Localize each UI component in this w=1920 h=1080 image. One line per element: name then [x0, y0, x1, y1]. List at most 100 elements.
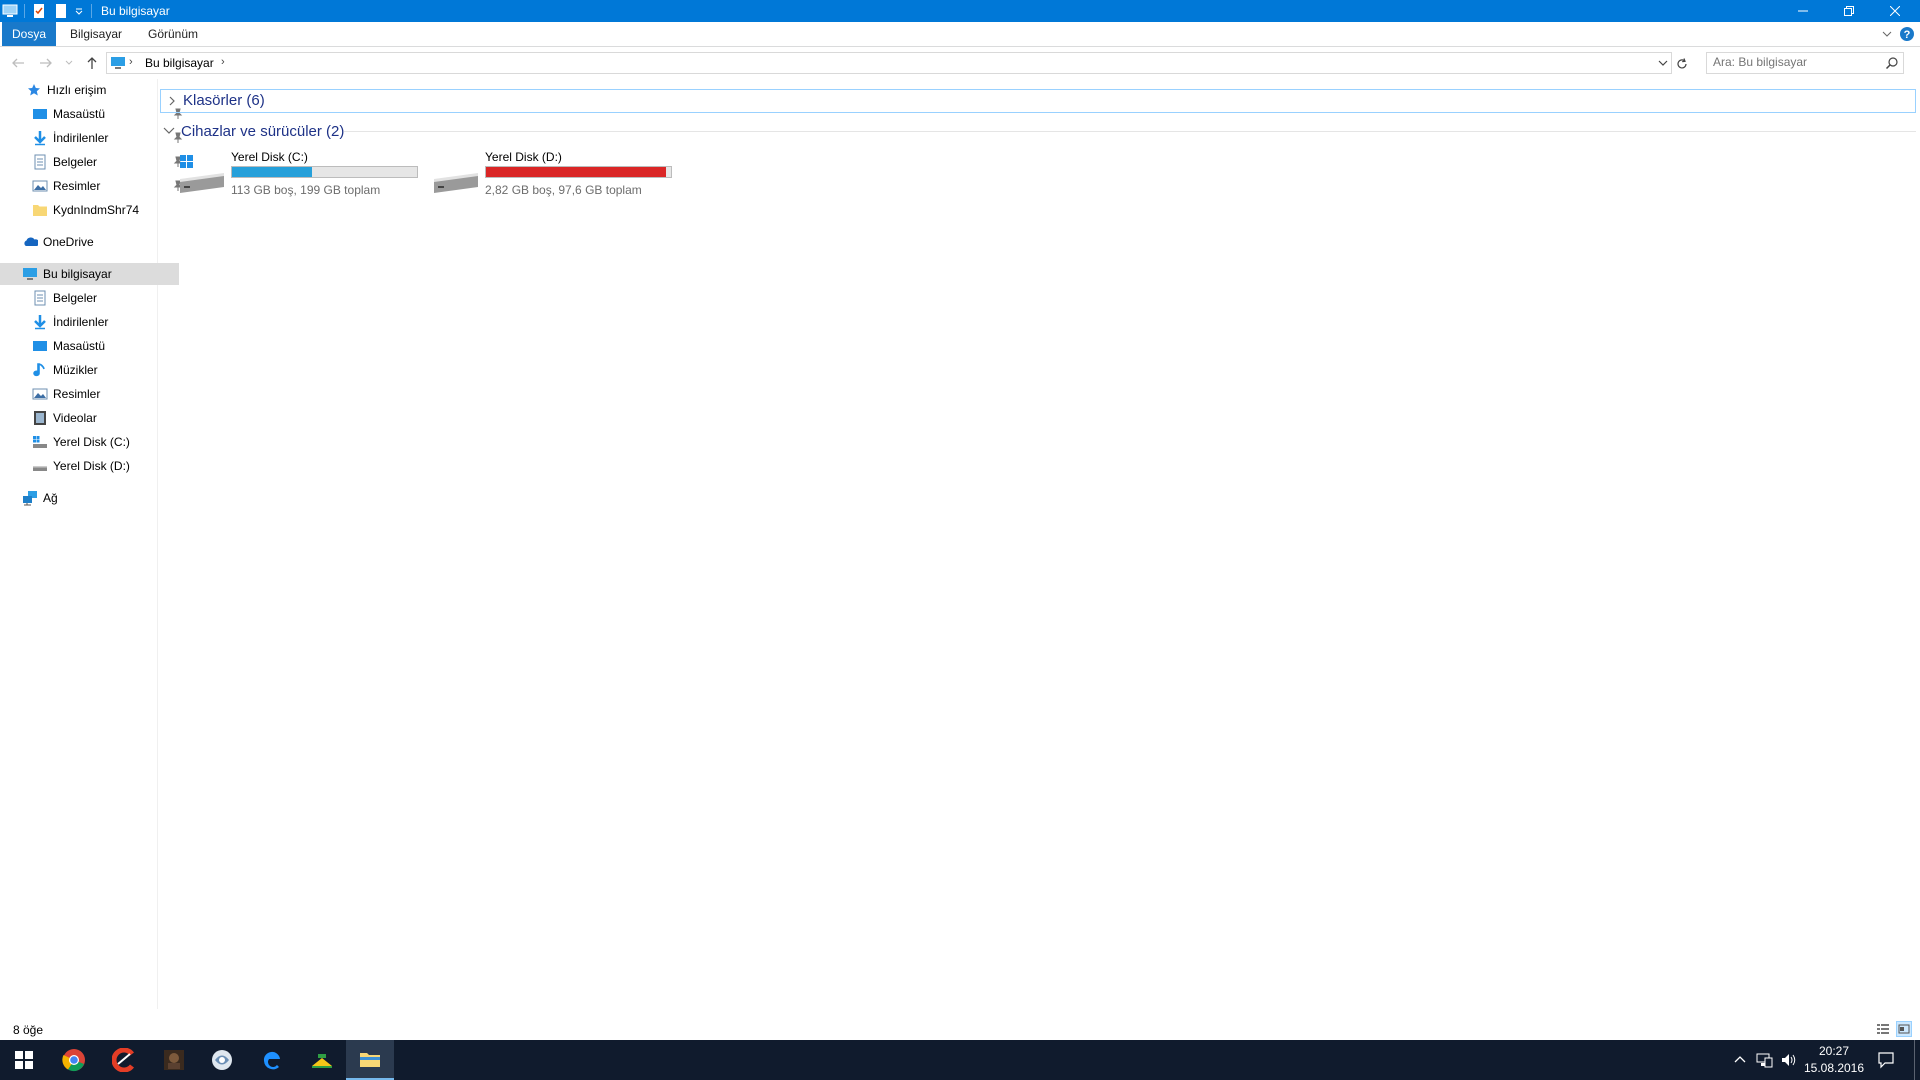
drive-usage-bar: [231, 166, 418, 178]
computer-icon[interactable]: [2, 3, 18, 19]
computer-icon: [110, 55, 126, 71]
app-icon[interactable]: [198, 1040, 246, 1080]
tab-dosya[interactable]: Dosya: [2, 22, 57, 46]
nav-label: Bu bilgisayar: [43, 267, 112, 281]
group-folders[interactable]: Klasörler (6): [160, 89, 1916, 113]
breadcrumb-chevron-icon[interactable]: ›: [221, 56, 225, 68]
address-dropdown-icon[interactable]: [1657, 57, 1669, 69]
new-folder-icon[interactable]: [53, 3, 69, 19]
address-bar[interactable]: › Bu bilgisayar ›: [106, 52, 1672, 74]
chrome-icon[interactable]: [50, 1040, 98, 1080]
tab-gorunum[interactable]: Görünüm: [138, 22, 208, 46]
nav-label: Belgeler: [53, 155, 98, 169]
group-divider: [344, 131, 1916, 132]
minimize-button[interactable]: [1780, 0, 1826, 22]
file-explorer-icon[interactable]: [346, 1040, 394, 1080]
nav-this-pc[interactable]: Bu bilgisayar: [0, 263, 179, 285]
svg-text:?: ?: [1904, 29, 1911, 41]
navigation-pane: Hızlı erişim Masaüstü İndirilenler Belge…: [0, 79, 183, 1009]
title-bar: Bu bilgisayar: [0, 0, 1920, 22]
sheet-app-icon[interactable]: [298, 1040, 346, 1080]
show-hidden-icons-icon[interactable]: [1732, 1052, 1748, 1068]
chevron-down-icon[interactable]: [162, 124, 176, 138]
edge-icon[interactable]: [248, 1040, 296, 1080]
drive-d-icon: [32, 458, 48, 474]
details-view-icon[interactable]: [1876, 1022, 1890, 1036]
ccleaner-icon[interactable]: [100, 1040, 148, 1080]
close-button[interactable]: [1872, 0, 1918, 22]
nav-label: Masaüstü: [53, 107, 106, 121]
expand-ribbon-icon[interactable]: [1880, 27, 1894, 41]
drive-d-icon: [432, 153, 480, 197]
network-status-icon[interactable]: [1755, 1052, 1773, 1068]
search-icon[interactable]: [1885, 56, 1899, 70]
customize-qat-icon[interactable]: [73, 3, 85, 19]
nav-label: KydnIndmShr74: [53, 203, 140, 217]
chevron-right-icon[interactable]: [166, 94, 178, 108]
show-desktop-button[interactable]: [1914, 1040, 1915, 1080]
nav-label: Belgeler: [53, 291, 98, 305]
pictures-icon: [32, 178, 48, 194]
restore-button[interactable]: [1826, 0, 1872, 22]
drive-tile-d[interactable]: Yerel Disk (D:) 2,82 GB boş, 97,6 GB top…: [432, 145, 682, 201]
nav-label: İndirilenler: [53, 315, 109, 329]
nav-onedrive[interactable]: OneDrive: [0, 231, 179, 253]
item-count: 8 öğe: [13, 1023, 44, 1037]
status-bar: 8 öğe: [0, 1019, 1920, 1039]
drive-space-info: 2,82 GB boş, 97,6 GB toplam: [485, 183, 642, 197]
breadcrumb-item[interactable]: Bu bilgisayar: [145, 56, 214, 70]
quick-access-toolbar: [2, 3, 98, 19]
drive-name: Yerel Disk (D:): [485, 150, 562, 164]
drive-c-icon: [32, 434, 48, 450]
properties-icon[interactable]: [31, 3, 47, 19]
pictures-icon: [32, 386, 48, 402]
nav-quick-access[interactable]: Hızlı erişim: [0, 79, 183, 101]
desktop-icon: [32, 106, 48, 122]
group-devices-header[interactable]: Cihazlar ve sürücüler (2): [162, 120, 344, 142]
tab-bilgisayar[interactable]: Bilgisayar: [60, 22, 132, 46]
drive-usage-bar: [485, 166, 672, 178]
folder-icon: [32, 202, 48, 218]
search-box[interactable]: [1706, 52, 1904, 74]
nav-label: Videolar: [53, 411, 97, 425]
tiles-view-icon[interactable]: [1896, 1021, 1912, 1037]
ribbon-tabs: Dosya Bilgisayar Görünüm ?: [0, 22, 1920, 47]
recent-locations-chevron-icon[interactable]: [64, 57, 74, 69]
up-arrow-icon[interactable]: [84, 55, 100, 71]
clock-date[interactable]: 15.08.2016: [1802, 1061, 1866, 1075]
computer-icon: [22, 266, 38, 282]
start-button[interactable]: [0, 1040, 48, 1080]
nav-label: Masaüstü: [53, 339, 106, 353]
game-icon[interactable]: [150, 1040, 198, 1080]
nav-label: Hızlı erişim: [47, 83, 107, 97]
separator: [24, 4, 25, 18]
drive-usage-fill: [486, 167, 666, 177]
nav-label: Yerel Disk (D:): [53, 459, 130, 473]
breadcrumb-chevron-icon[interactable]: ›: [129, 56, 133, 68]
help-icon[interactable]: ?: [1899, 26, 1915, 42]
documents-icon: [32, 290, 48, 306]
nav-label: Resimler: [53, 387, 101, 401]
clock-time[interactable]: 20:27: [1806, 1044, 1862, 1058]
drive-usage-fill: [232, 167, 312, 177]
nav-label: Yerel Disk (C:): [53, 435, 130, 449]
separator: [91, 4, 92, 18]
taskbar: 20:27 15.08.2016: [0, 1040, 1920, 1080]
content-pane: Klasörler (6) Cihazlar ve sürücüler (2) …: [158, 79, 1920, 1009]
address-row: › Bu bilgisayar ›: [0, 47, 1920, 79]
nav-label: Müzikler: [53, 363, 98, 377]
drive-tile-c[interactable]: Yerel Disk (C:) 113 GB boş, 199 GB topla…: [178, 145, 428, 201]
nav-label: OneDrive: [43, 235, 94, 249]
download-icon: [32, 314, 48, 330]
forward-arrow-icon[interactable]: [38, 55, 54, 71]
nav-network[interactable]: Ağ: [0, 487, 179, 509]
videos-icon: [32, 410, 48, 426]
documents-icon: [32, 154, 48, 170]
music-icon: [32, 362, 48, 378]
group-header-devices: Cihazlar ve sürücüler (2): [181, 122, 345, 140]
back-arrow-icon[interactable]: [10, 55, 26, 71]
volume-icon[interactable]: [1780, 1052, 1798, 1068]
action-center-icon[interactable]: [1877, 1051, 1895, 1069]
search-input[interactable]: [1713, 53, 1873, 71]
refresh-icon[interactable]: [1675, 57, 1689, 71]
